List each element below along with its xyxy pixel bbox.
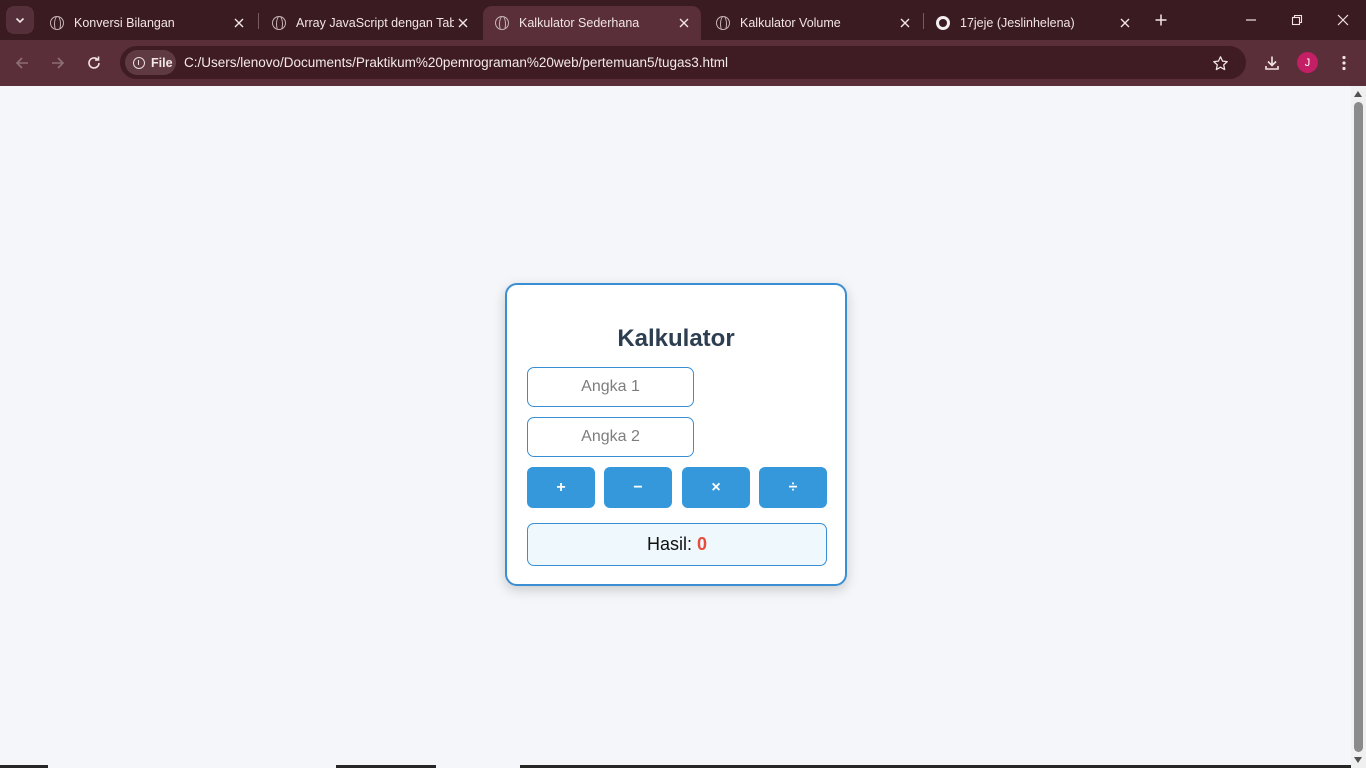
close-window-button[interactable]: [1331, 8, 1355, 32]
close-tab-icon[interactable]: [1116, 14, 1134, 32]
info-icon: [133, 56, 145, 69]
close-tab-icon[interactable]: [896, 14, 914, 32]
bookmark-star-button[interactable]: [1210, 53, 1230, 73]
tab-search-button[interactable]: [6, 6, 34, 34]
tab-strip: Konversi Bilangan Array JavaScript denga…: [0, 0, 1366, 40]
address-bar[interactable]: File C:/Users/lenovo/Documents/Praktikum…: [120, 46, 1246, 79]
tab-title: 17jeje (Jeslinhelena): [960, 16, 1075, 30]
vertical-scrollbar[interactable]: [1351, 86, 1366, 768]
menu-button[interactable]: [1332, 51, 1356, 75]
tab-title: Konversi Bilangan: [74, 16, 175, 30]
restore-button[interactable]: [1285, 8, 1309, 32]
divide-button[interactable]: ÷: [759, 467, 827, 508]
multiply-button[interactable]: ×: [682, 467, 750, 508]
minimize-button[interactable]: [1239, 8, 1263, 32]
back-button[interactable]: [10, 51, 34, 75]
url-text[interactable]: C:/Users/lenovo/Documents/Praktikum%20pe…: [184, 55, 728, 70]
globe-icon: [272, 16, 286, 30]
github-icon: [936, 16, 950, 30]
chevron-down-icon: [15, 17, 25, 24]
tab-array-javascript[interactable]: Array JavaScript dengan Tabel: [260, 6, 480, 40]
tab-title: Kalkulator Sederhana: [519, 16, 640, 30]
close-tab-icon[interactable]: [454, 14, 472, 32]
minimize-icon: [1246, 19, 1256, 21]
restore-icon: [1291, 14, 1303, 26]
site-info-label: File: [151, 55, 173, 70]
tab-konversi-bilangan[interactable]: Konversi Bilangan: [38, 6, 256, 40]
tab-kalkulator-volume[interactable]: Kalkulator Volume: [704, 6, 922, 40]
browser-toolbar: File C:/Users/lenovo/Documents/Praktikum…: [0, 40, 1366, 86]
number-2-input[interactable]: [527, 417, 694, 457]
download-icon: [1265, 56, 1279, 70]
reload-icon: [88, 56, 100, 69]
globe-icon: [50, 16, 64, 30]
calculator-title: Kalkulator: [617, 325, 735, 352]
number-1-input[interactable]: [527, 367, 694, 407]
tab-title: Array JavaScript dengan Tabel: [296, 16, 454, 30]
tab-kalkulator-sederhana[interactable]: Kalkulator Sederhana: [483, 6, 701, 40]
profile-avatar[interactable]: J: [1297, 52, 1318, 73]
arrow-left-icon: [15, 57, 28, 69]
reload-button[interactable]: [82, 51, 106, 75]
add-button[interactable]: +: [527, 467, 595, 508]
site-info-chip[interactable]: File: [125, 50, 176, 75]
arrow-right-icon: [52, 57, 65, 69]
downloads-button[interactable]: [1260, 51, 1284, 75]
subtract-button[interactable]: −: [604, 467, 672, 508]
calculator-card: Kalkulator + − × ÷ Hasil: 0: [505, 283, 847, 586]
result-value: 0: [697, 534, 708, 554]
result-box: Hasil: 0: [527, 523, 827, 566]
globe-icon: [495, 16, 509, 30]
globe-icon: [716, 16, 730, 30]
scroll-down-arrow-icon[interactable]: [1354, 757, 1362, 763]
scroll-up-arrow-icon[interactable]: [1354, 91, 1362, 97]
kebab-menu-icon: [1342, 55, 1346, 71]
close-tab-icon[interactable]: [230, 14, 248, 32]
scrollbar-thumb[interactable]: [1354, 102, 1363, 752]
tab-title: Kalkulator Volume: [740, 16, 841, 30]
star-icon: [1212, 55, 1228, 70]
forward-button[interactable]: [46, 51, 70, 75]
close-icon: [1337, 14, 1349, 26]
tab-separator: [258, 13, 259, 29]
close-tab-icon[interactable]: [675, 14, 693, 32]
plus-icon: [1155, 14, 1167, 26]
new-tab-button[interactable]: [1150, 9, 1172, 31]
tab-github-profile[interactable]: 17jeje (Jeslinhelena): [924, 6, 1142, 40]
result-label: Hasil:: [646, 534, 692, 554]
